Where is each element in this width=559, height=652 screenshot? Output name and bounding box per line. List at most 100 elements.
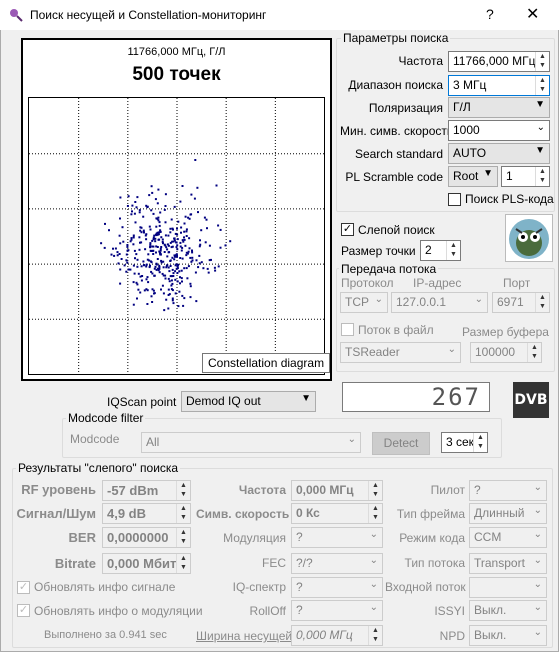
ber-label: BER: [68, 530, 96, 545]
pls-value-input[interactable]: 1 ▲ ▼: [501, 166, 550, 187]
res-rolloff-select[interactable]: ? ⌄: [291, 600, 383, 621]
freq-spin[interactable]: ▲ ▼: [535, 52, 549, 71]
upd-mod-checkbox[interactable]: ✓: [17, 604, 30, 617]
constellation-point: [175, 267, 178, 270]
constellation-point: [136, 297, 138, 300]
res-sr-value: 0 Кс ▲ ▼: [291, 503, 383, 524]
constellation-point: [183, 297, 186, 300]
point-size-spin[interactable]: ▲ ▼: [446, 241, 460, 260]
constellation-point: [126, 244, 129, 246]
pol-select[interactable]: Г/Л ▼: [448, 97, 550, 118]
std-select[interactable]: AUTO ▼: [448, 143, 550, 164]
constellation-point: [166, 243, 169, 246]
pls-spin[interactable]: ▲ ▼: [535, 167, 549, 186]
constellation-point: [121, 226, 124, 229]
file-stream-checkbox[interactable]: [341, 323, 354, 336]
port-spin[interactable]: ▲ ▼: [535, 293, 549, 312]
constellation-point: [144, 248, 147, 251]
constellation-point: [180, 231, 182, 234]
mascot-icon[interactable]: [505, 214, 553, 262]
res-mod-label: Модуляция: [223, 531, 286, 545]
timeout-input[interactable]: 3 сек ▲ ▼: [441, 432, 488, 453]
protocol-select[interactable]: TCP ⌄: [340, 292, 388, 313]
frame-select[interactable]: Длинный ⌄: [469, 503, 547, 524]
buffer-input[interactable]: 100000 ▲ ▼: [470, 342, 542, 363]
port-input[interactable]: 6971 ▲ ▼: [492, 292, 550, 313]
constellation-point: [170, 284, 173, 287]
res-iqspec-select[interactable]: ? ⌄: [291, 577, 383, 598]
constellation-point: [131, 204, 134, 207]
range-spin[interactable]: ▲ ▼: [535, 76, 549, 95]
constellation-point: [205, 218, 208, 221]
constellation-point: [159, 249, 162, 252]
npd-select[interactable]: Выкл. ⌄: [469, 625, 547, 646]
constellation-point: [180, 249, 183, 252]
issyi-select[interactable]: Выкл. ⌄: [469, 600, 547, 621]
constellation-point: [166, 255, 169, 258]
constellation-point: [173, 205, 176, 208]
constellation-point: [153, 274, 156, 277]
constellation-point: [131, 210, 133, 213]
minsr-select[interactable]: 1000 ⌄: [448, 120, 550, 141]
constellation-point: [172, 275, 175, 277]
constellation-point: [180, 277, 183, 280]
constellation-point: [133, 249, 136, 252]
constellation-point: [179, 276, 181, 279]
streamtype-select[interactable]: Transport ⌄: [469, 553, 547, 574]
constellation-point: [174, 270, 177, 273]
constellation-point: [103, 246, 106, 249]
constellation-point: [169, 241, 172, 244]
res-bw-spin: ▲ ▼: [368, 626, 382, 645]
pls-search-checkbox[interactable]: [448, 193, 461, 206]
modcode-select[interactable]: All ⌄: [141, 432, 361, 453]
constellation-point: [137, 272, 140, 275]
range-input[interactable]: 3 МГц ▲ ▼: [448, 75, 550, 96]
res-iqspec-label: IQ-спектр: [232, 580, 286, 594]
constellation-point: [164, 221, 167, 224]
pilot-select[interactable]: ? ⌄: [469, 480, 547, 501]
reader-select[interactable]: TSReader ⌄: [340, 342, 461, 363]
constellation-point: [188, 237, 191, 240]
constellation-point: [169, 265, 172, 267]
instream-select[interactable]: ⌄: [469, 577, 547, 598]
constellation-point: [184, 215, 187, 218]
ip-select[interactable]: 127.0.0.1 ⌄: [391, 292, 488, 313]
constellation-point: [151, 288, 154, 291]
constellation-diagram[interactable]: [28, 97, 325, 375]
codemode-select[interactable]: CCM ⌄: [469, 527, 547, 548]
constellation-point: [164, 234, 167, 237]
constellation-point: [197, 266, 200, 269]
chevron-down-icon: ⌄: [369, 529, 378, 540]
stream-title: Передача потока: [339, 262, 439, 276]
res-fec-select[interactable]: ?/? ⌄: [291, 553, 383, 574]
upd-signal-checkbox[interactable]: ✓: [17, 581, 30, 594]
constellation-point: [158, 238, 161, 241]
chevron-down-icon: ⌄: [369, 555, 378, 566]
constellation-point: [167, 294, 170, 296]
constellation-point: [202, 267, 205, 270]
iq-select[interactable]: Demod IQ out ▼: [181, 391, 316, 412]
blind-search-checkbox[interactable]: ✓: [341, 223, 354, 236]
constellation-point: [152, 212, 155, 215]
constellation-point: [142, 229, 145, 232]
done-label: Выполнено за 0.941 sec: [44, 629, 167, 641]
constellation-point: [108, 229, 110, 232]
constellation-point: [127, 268, 130, 271]
constellation-point: [122, 240, 125, 243]
buffer-spin[interactable]: ▲ ▼: [527, 343, 541, 362]
help-button[interactable]: ?: [486, 6, 494, 22]
detect-button[interactable]: Detect: [372, 432, 430, 455]
ber-spin: ▲ ▼: [176, 528, 190, 547]
res-bw-label[interactable]: Ширина несущей: [196, 629, 292, 643]
constellation-point: [156, 217, 159, 220]
modcode-title: Modcode filter: [66, 411, 146, 425]
close-button[interactable]: ✕: [526, 4, 539, 24]
constellation-point: [155, 225, 158, 228]
point-size-input[interactable]: 2 ▲ ▼: [420, 240, 461, 261]
pls-mode-select[interactable]: Root ▼: [448, 166, 498, 187]
constellation-point: [100, 242, 103, 245]
res-mod-select[interactable]: ? ⌄: [291, 527, 383, 548]
timeout-spin[interactable]: ▲ ▼: [473, 433, 487, 452]
constellation-point: [149, 228, 152, 231]
freq-input[interactable]: 11766,000 МГц ▲ ▼: [448, 51, 550, 72]
